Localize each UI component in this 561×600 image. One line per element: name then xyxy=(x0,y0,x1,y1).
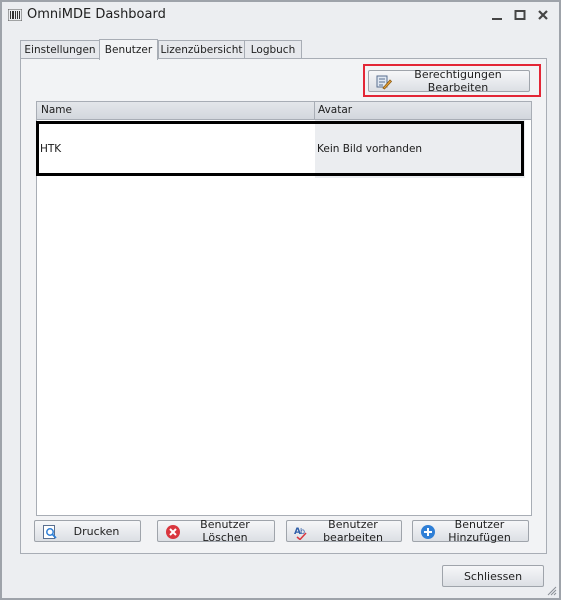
column-header-name[interactable]: Name xyxy=(41,104,72,116)
delete-user-label: Benutzer Löschen xyxy=(200,518,250,544)
highlight-annotation-box xyxy=(363,64,541,97)
tab-label: Benutzer xyxy=(104,44,153,56)
column-divider xyxy=(314,102,315,119)
tab-einstellungen[interactable]: Einstellungen xyxy=(20,40,100,59)
window-title: OmniMDE Dashboard xyxy=(27,7,166,22)
print-label: Drucken xyxy=(73,524,120,538)
maximize-button[interactable] xyxy=(509,5,531,25)
print-button[interactable]: Drucken xyxy=(34,520,141,542)
add-user-label: Benutzer Hinzufügen xyxy=(448,518,511,544)
close-dialog-label: Schliessen xyxy=(463,569,523,583)
delete-user-button[interactable]: Benutzer Löschen xyxy=(157,518,275,544)
tab-label: Lizenzübersicht xyxy=(160,44,243,56)
tab-logbuch[interactable]: Logbuch xyxy=(244,40,302,59)
column-header-avatar[interactable]: Avatar xyxy=(318,104,352,116)
title-bar[interactable]: OmniMDE Dashboard xyxy=(2,2,559,29)
edit-user-button[interactable]: A b Benutzer bearbeiten xyxy=(286,518,402,544)
dashboard-window: OmniMDE Dashboard Einstellungen Benutzer… xyxy=(0,0,561,600)
close-button[interactable] xyxy=(532,5,554,25)
resize-grip-icon[interactable] xyxy=(547,586,557,596)
add-user-button[interactable]: Benutzer Hinzufügen xyxy=(412,518,529,544)
tab-label: Logbuch xyxy=(250,44,296,56)
minimize-icon xyxy=(492,18,502,20)
table-header: Name Avatar xyxy=(37,102,531,120)
close-icon xyxy=(538,10,548,20)
selection-annotation-box xyxy=(36,121,524,176)
tab-lizenzuebersicht[interactable]: Lizenzübersicht xyxy=(158,40,245,59)
tab-label: Einstellungen xyxy=(24,44,96,56)
tab-benutzer[interactable]: Benutzer xyxy=(99,39,158,60)
close-dialog-button[interactable]: Schliessen xyxy=(442,565,544,587)
minimize-button[interactable] xyxy=(486,5,508,25)
barcode-icon xyxy=(8,9,22,21)
maximize-icon xyxy=(514,10,526,20)
edit-user-label: Benutzer bearbeiten xyxy=(323,518,383,544)
